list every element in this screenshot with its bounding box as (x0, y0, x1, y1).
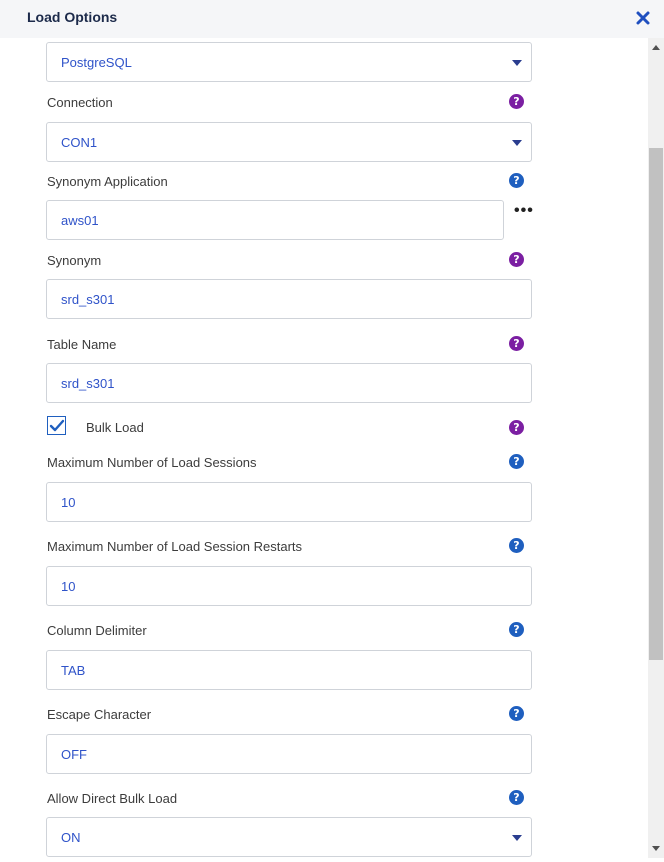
checkmark-icon (49, 419, 65, 432)
vertical-scrollbar[interactable] (648, 38, 664, 858)
escape-character-value: OFF (61, 747, 87, 762)
synonym-application-value: aws01 (61, 213, 99, 228)
escape-character-help-icon[interactable]: ? (509, 706, 524, 721)
max-load-sessions-label: Maximum Number of Load Sessions (47, 455, 257, 470)
allow-direct-bulk-load-select[interactable]: ON (46, 817, 532, 857)
table-name-label: Table Name (47, 337, 117, 352)
adapter-select[interactable]: PostgreSQL (46, 42, 532, 82)
connection-help-icon[interactable]: ? (509, 94, 524, 109)
max-load-sessions-input[interactable]: 10 (46, 482, 532, 522)
scrollbar-thumb[interactable] (649, 148, 663, 660)
max-load-sessions-help-icon[interactable]: ? (509, 454, 524, 469)
column-delimiter-label: Column Delimiter (47, 623, 147, 638)
connection-select-value: CON1 (61, 135, 98, 150)
connection-label: Connection (47, 95, 113, 110)
max-load-sessions-value: 10 (61, 495, 76, 510)
chevron-down-icon (512, 835, 522, 841)
bulk-load-label: Bulk Load (86, 420, 144, 435)
load-options-dialog: Load Options PostgreSQL Connection ? CON… (0, 0, 664, 862)
table-name-input[interactable]: srd_s301 (46, 363, 532, 403)
allow-direct-bulk-load-label: Allow Direct Bulk Load (47, 791, 178, 806)
close-icon[interactable] (634, 9, 652, 27)
column-delimiter-value: TAB (61, 663, 86, 678)
chevron-down-icon (512, 60, 522, 66)
allow-direct-bulk-load-value: ON (61, 830, 81, 845)
escape-character-input[interactable]: OFF (46, 734, 532, 774)
column-delimiter-input[interactable]: TAB (46, 650, 532, 690)
synonym-application-label: Synonym Application (47, 174, 168, 189)
column-delimiter-help-icon[interactable]: ? (509, 622, 524, 637)
scroll-down-icon[interactable] (652, 846, 660, 851)
scroll-up-icon[interactable] (652, 45, 660, 50)
dialog-title: Load Options (27, 9, 118, 25)
max-load-session-restarts-label: Maximum Number of Load Session Restarts (47, 539, 303, 554)
synonym-application-help-icon[interactable]: ? (509, 173, 524, 188)
synonym-application-input[interactable]: aws01 (46, 200, 504, 240)
options-form: PostgreSQL Connection ? CON1 Synonym App… (0, 38, 648, 858)
synonym-label: Synonym (47, 253, 102, 268)
max-load-session-restarts-input[interactable]: 10 (46, 566, 532, 606)
max-load-session-restarts-help-icon[interactable]: ? (509, 538, 524, 553)
chevron-down-icon (512, 140, 522, 146)
bulk-load-help-icon[interactable]: ? (509, 420, 524, 435)
synonym-value: srd_s301 (61, 292, 115, 307)
synonym-help-icon[interactable]: ? (509, 252, 524, 267)
connection-select[interactable]: CON1 (46, 122, 532, 162)
max-load-session-restarts-value: 10 (61, 579, 76, 594)
bulk-load-checkbox[interactable] (47, 416, 66, 435)
adapter-select-value: PostgreSQL (61, 55, 132, 70)
escape-character-label: Escape Character (47, 707, 152, 722)
synonym-input[interactable]: srd_s301 (46, 279, 532, 319)
table-name-help-icon[interactable]: ? (509, 336, 524, 351)
allow-direct-bulk-load-help-icon[interactable]: ? (509, 790, 524, 805)
dialog-header: Load Options (0, 0, 664, 38)
browse-button[interactable]: ••• (514, 203, 534, 219)
table-name-value: srd_s301 (61, 376, 115, 391)
